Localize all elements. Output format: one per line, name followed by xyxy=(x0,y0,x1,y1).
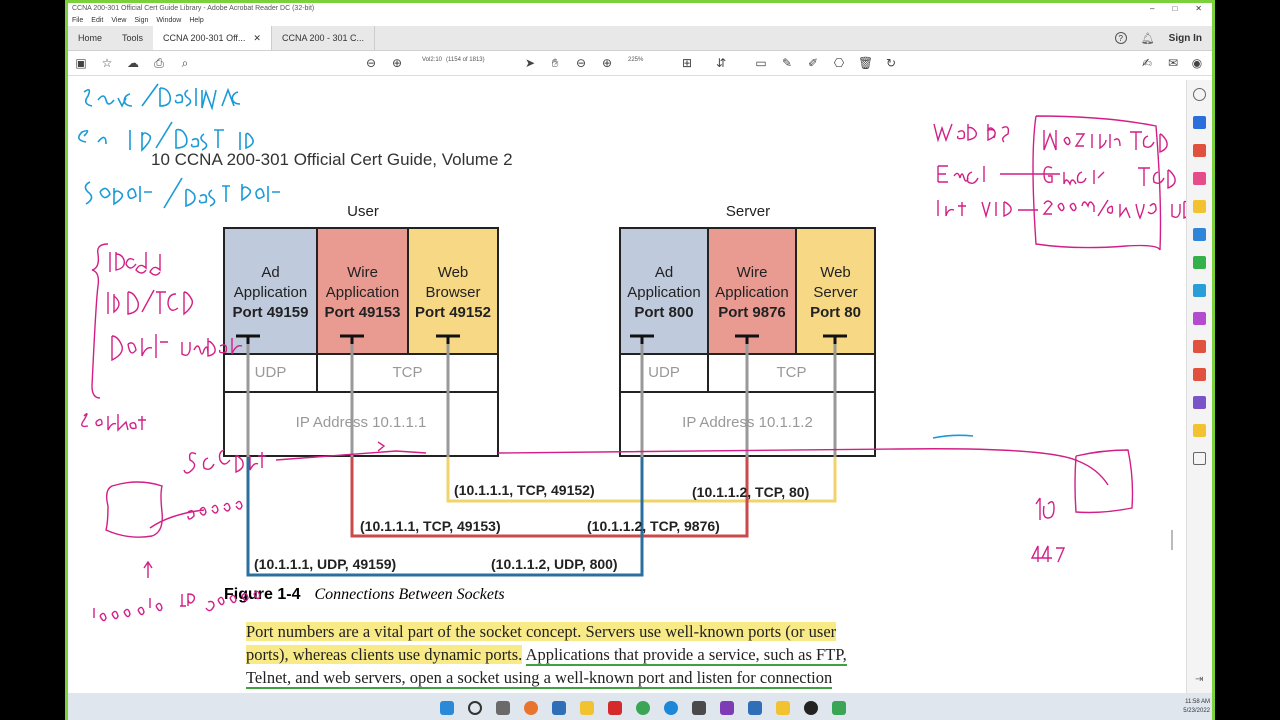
fill-sign-icon[interactable]: ✍︎ xyxy=(1140,56,1154,70)
acrobat-window: CCNA 200-301 Official Cert Guide Library… xyxy=(65,0,1215,720)
upload-icon[interactable]: ☁ xyxy=(126,56,140,70)
highlight-icon[interactable]: ✐ xyxy=(806,56,820,70)
next-page-icon[interactable]: ⊕ xyxy=(390,56,404,70)
zoom-in-icon[interactable]: ⊕ xyxy=(600,56,614,70)
more-tools-icon[interactable] xyxy=(1193,452,1206,465)
task-view-icon[interactable] xyxy=(496,701,510,715)
search-taskbar-icon[interactable] xyxy=(468,701,482,715)
tab-document-1-label: CCNA 200-301 Off... xyxy=(163,33,246,43)
app-green-icon[interactable] xyxy=(832,701,846,715)
toolbar: ▣ ☆ ☁ ⎙ ⌕ ⊖ ⊕ Vol2:10 (1154 of 1813) ➤ ✋… xyxy=(68,51,1212,76)
organize-pages-icon[interactable] xyxy=(1193,256,1206,269)
clock-time: 11:58 AM xyxy=(1185,699,1210,705)
page-count: (1154 of 1813) xyxy=(446,57,485,63)
fit-page-icon[interactable]: ⊞ xyxy=(680,56,694,70)
sign-in-button[interactable]: Sign In xyxy=(1169,33,1202,44)
send-track-icon[interactable] xyxy=(1193,424,1206,437)
select-cursor-icon[interactable]: ➤ xyxy=(523,56,537,70)
right-margin xyxy=(1215,0,1280,720)
menu-sign[interactable]: Sign xyxy=(134,17,148,24)
protect-icon[interactable] xyxy=(1193,340,1206,353)
scan-icon[interactable] xyxy=(1193,284,1206,297)
redact-icon[interactable] xyxy=(1193,368,1206,381)
edge-icon[interactable] xyxy=(664,701,678,715)
menu-bar: File Edit View Sign Window Help xyxy=(68,14,1212,26)
zoom-level[interactable]: 225% xyxy=(628,57,643,63)
hand-icon[interactable]: ✋︎ xyxy=(548,56,562,70)
acrobat-icon[interactable] xyxy=(608,701,622,715)
save-icon[interactable]: ▣ xyxy=(74,56,88,70)
menu-help[interactable]: Help xyxy=(189,17,203,24)
blue-ink-notes xyxy=(78,83,974,439)
edit-pdf-icon[interactable] xyxy=(1193,172,1206,185)
pen-icon[interactable]: ✎ xyxy=(780,56,794,70)
create-pdf-icon[interactable] xyxy=(1193,144,1206,157)
zoom-out-icon[interactable]: ⊖ xyxy=(574,56,588,70)
zoom-app-icon[interactable] xyxy=(552,701,566,715)
tab-close-icon[interactable]: ✕ xyxy=(253,33,261,44)
comment-icon[interactable]: ▭ xyxy=(754,56,768,70)
menu-edit[interactable]: Edit xyxy=(91,17,103,24)
help-icon[interactable]: ? xyxy=(1114,32,1127,44)
minimize-icon[interactable]: – xyxy=(1150,4,1154,13)
close-icon[interactable]: ✕ xyxy=(1195,4,1202,13)
rotate-icon[interactable]: ↻ xyxy=(884,56,898,70)
pink-ink-notes xyxy=(81,115,1186,622)
collapse-panel-icon[interactable]: ⇥ xyxy=(1195,674,1203,685)
combine-files-icon[interactable] xyxy=(1193,228,1206,241)
menu-file[interactable]: File xyxy=(72,17,83,24)
whatsapp-icon[interactable] xyxy=(636,701,650,715)
fill-sign-panel-icon[interactable] xyxy=(1193,312,1206,325)
page-label[interactable]: Vol2:10 xyxy=(422,57,442,63)
clock-date: 5/23/2022 xyxy=(1183,708,1210,714)
star-icon[interactable]: ☆ xyxy=(100,56,114,70)
export-pdf-icon[interactable] xyxy=(1193,116,1206,129)
window-title: CCNA 200-301 Official Cert Guide Library… xyxy=(72,5,315,12)
mail-icon[interactable]: ✉︎ xyxy=(1166,56,1180,70)
zoom-panel-icon[interactable] xyxy=(1193,88,1206,101)
page-indicator[interactable]: Vol2:10 (1154 of 1813) xyxy=(422,57,485,63)
firefox-icon[interactable] xyxy=(524,701,538,715)
file-explorer-icon[interactable] xyxy=(580,701,594,715)
document-page[interactable]: 10 CCNA 200-301 Official Cert Guide, Vol… xyxy=(68,80,1186,693)
outlook-icon[interactable] xyxy=(748,701,762,715)
maximize-icon[interactable]: □ xyxy=(1172,4,1177,13)
tab-document-2-label: CCNA 200 - 301 C... xyxy=(281,33,365,43)
tools-side-panel: ⇥ xyxy=(1186,80,1212,693)
previous-page-icon[interactable]: ⊖ xyxy=(364,56,378,70)
system-clock[interactable]: 11:58 AM 5/23/2022 xyxy=(1183,698,1210,716)
stamp-icon[interactable]: ⎔ xyxy=(832,56,846,70)
tab-document-1[interactable]: CCNA 200-301 Off... ✕ xyxy=(153,26,272,50)
title-bar: CCNA 200-301 Official Cert Guide Library… xyxy=(68,3,1212,14)
search-icon[interactable]: ⌕ xyxy=(178,56,192,70)
left-margin xyxy=(0,0,65,720)
menu-view[interactable]: View xyxy=(111,17,126,24)
delete-icon[interactable]: 🗑︎ xyxy=(858,56,873,70)
tab-bar: Home Tools CCNA 200-301 Off... ✕ CCNA 20… xyxy=(68,26,1212,51)
comment-panel-icon[interactable] xyxy=(1193,200,1206,213)
bell-icon[interactable]: 🔔︎ xyxy=(1141,32,1155,45)
menu-window[interactable]: Window xyxy=(156,17,181,24)
snipping-tool-icon[interactable] xyxy=(692,701,706,715)
tab-home[interactable]: Home xyxy=(68,26,112,50)
scrollbar-thumb[interactable] xyxy=(1171,530,1173,550)
handwritten-annotations xyxy=(78,83,1186,622)
scroll-mode-icon[interactable]: ⇵ xyxy=(714,56,728,70)
tab-tools[interactable]: Tools xyxy=(112,26,153,50)
windows-taskbar: 11:58 AM 5/23/2022 xyxy=(68,693,1212,720)
start-icon[interactable] xyxy=(440,701,454,715)
app-black-icon[interactable] xyxy=(804,701,818,715)
print-icon[interactable]: ⎙ xyxy=(152,56,166,70)
folder-icon[interactable] xyxy=(776,701,790,715)
send-sign-icon[interactable] xyxy=(1193,396,1206,409)
onenote-icon[interactable] xyxy=(720,701,734,715)
account-icon[interactable]: ◉ xyxy=(1190,56,1204,70)
tab-document-2[interactable]: CCNA 200 - 301 C... xyxy=(271,26,376,50)
